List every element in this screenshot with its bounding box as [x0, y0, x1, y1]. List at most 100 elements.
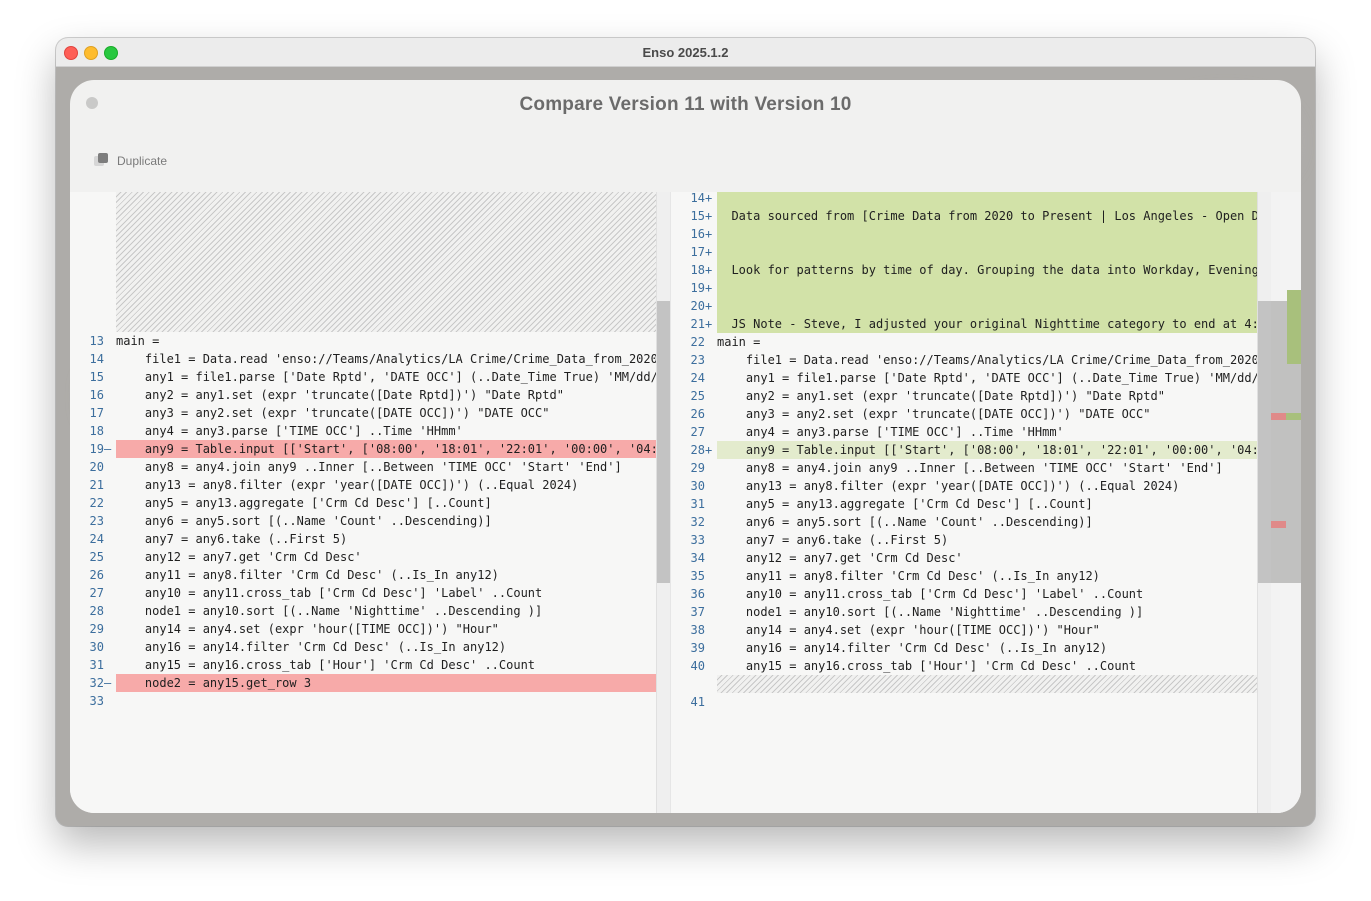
line-number: 15+ [690, 209, 713, 223]
compare-versions-dialog: Compare Version 11 with Version 10 Dupli… [70, 80, 1301, 813]
code-line[interactable]: any6 = any5.sort [(..Name 'Count' ..Desc… [116, 512, 670, 530]
line-number: 32 [690, 515, 705, 529]
line-number: 16+ [690, 227, 713, 241]
deleted-code-line[interactable]: any9 = Table.input [['Start', ['08:00', … [116, 440, 670, 458]
diff-editor[interactable]: 13 main = 14 file1 = Data.read 'enso://Tea… [70, 192, 1301, 813]
modified-version-pane[interactable]: 14+ 15+ Data sourced from [Crime Data fro… [670, 192, 1272, 813]
code-line[interactable]: node1 = any10.sort [(..Name 'Nighttime' … [116, 602, 670, 620]
line-number: 35 [690, 569, 705, 583]
left-scrollbar-thumb[interactable] [657, 301, 671, 583]
duplicate-icon [94, 153, 110, 169]
code-line[interactable]: any8 = any4.join any9 ..Inner [..Between… [717, 459, 1272, 477]
added-code-line[interactable]: JS Note - Steve, I adjusted your origina… [717, 315, 1272, 333]
code-line[interactable]: any14 = any4.set (expr 'hour([TIME OCC])… [717, 621, 1272, 639]
code-line[interactable]: any8 = any4.join any9 ..Inner [..Between… [116, 458, 670, 476]
line-number: 36 [690, 587, 705, 601]
line-number: 23 [690, 353, 705, 367]
code-line[interactable] [116, 692, 670, 710]
code-line[interactable]: any5 = any13.aggregate ['Crm Cd Desc'] [… [116, 494, 670, 512]
line-number: 19— [89, 442, 112, 456]
duplicate-button[interactable]: Duplicate [94, 152, 167, 170]
code-line[interactable]: file1 = Data.read 'enso://Teams/Analytic… [116, 350, 670, 368]
line-number: 18 [89, 424, 104, 438]
code-line[interactable]: any16 = any14.filter 'Crm Cd Desc' (..Is… [717, 639, 1272, 657]
code-line[interactable]: any13 = any8.filter (expr 'year([DATE OC… [116, 476, 670, 494]
line-number: 30 [690, 479, 705, 493]
code-line[interactable]: node1 = any10.sort [(..Name 'Nighttime' … [717, 603, 1272, 621]
code-line[interactable]: any14 = any4.set (expr 'hour([TIME OCC])… [116, 620, 670, 638]
code-line[interactable]: any5 = any13.aggregate ['Crm Cd Desc'] [… [717, 495, 1272, 513]
added-code-line[interactable]: any9 = Table.input [['Start', ['08:00', … [717, 441, 1272, 459]
overview-added-marker [1287, 290, 1301, 364]
code-line[interactable]: any6 = any5.sort [(..Name 'Count' ..Desc… [717, 513, 1272, 531]
added-code-line[interactable]: Data sourced from [Crime Data from 2020 … [717, 207, 1272, 225]
line-number: 31 [690, 497, 705, 511]
line-number: 17 [89, 406, 104, 420]
code-line[interactable]: any15 = any16.cross_tab ['Hour'] 'Crm Cd… [116, 656, 670, 674]
code-line[interactable]: main = [116, 332, 670, 350]
code-line[interactable]: any13 = any8.filter (expr 'year([DATE OC… [717, 477, 1272, 495]
code-line[interactable]: any10 = any11.cross_tab ['Crm Cd Desc'] … [717, 585, 1272, 603]
line-number: 27 [89, 586, 104, 600]
code-line[interactable]: any11 = any8.filter 'Crm Cd Desc' (..Is_… [717, 567, 1272, 585]
line-number: 25 [690, 389, 705, 403]
line-number: 22 [89, 496, 104, 510]
code-line[interactable]: any15 = any16.cross_tab ['Hour'] 'Crm Cd… [717, 657, 1272, 675]
deleted-code-line[interactable]: node2 = any15.get_row 3 [116, 674, 670, 692]
dialog-title: Compare Version 11 with Version 10 [519, 94, 852, 115]
code-line[interactable] [717, 693, 1272, 711]
line-number: 20 [89, 460, 104, 474]
code-line[interactable]: any7 = any6.take (..First 5) [717, 531, 1272, 549]
code-line[interactable]: any3 = any2.set (expr 'truncate([DATE OC… [116, 404, 670, 422]
line-number: 33 [89, 694, 104, 708]
app-window: Enso 2025.1.2 Compare Version 11 with Ve… [56, 38, 1315, 826]
line-number: 24 [690, 371, 705, 385]
diff-overview-ruler[interactable] [1271, 192, 1301, 813]
right-scrollbar[interactable] [1257, 192, 1272, 813]
code-line[interactable]: any4 = any3.parse ['TIME OCC'] ..Time 'H… [717, 423, 1272, 441]
code-line[interactable]: any2 = any1.set (expr 'truncate([Date Rp… [116, 386, 670, 404]
code-line[interactable]: main = [717, 333, 1272, 351]
title-bar: Enso 2025.1.2 [56, 38, 1315, 67]
line-number: 14+ [690, 192, 713, 205]
line-number: 19+ [690, 281, 713, 295]
line-number: 16 [89, 388, 104, 402]
code-line[interactable]: any1 = file1.parse ['Date Rptd', 'DATE O… [116, 368, 670, 386]
duplicate-label: Duplicate [117, 154, 168, 168]
code-line[interactable]: file1 = Data.read 'enso://Teams/Analytic… [717, 351, 1272, 369]
code-line[interactable]: any3 = any2.set (expr 'truncate([DATE OC… [717, 405, 1272, 423]
added-code-line[interactable] [717, 243, 1272, 261]
line-number: 32— [89, 676, 112, 690]
added-code-line[interactable] [717, 225, 1272, 243]
line-number: 17+ [690, 245, 713, 259]
code-line[interactable]: any4 = any3.parse ['TIME OCC'] ..Time 'H… [116, 422, 670, 440]
line-number: 41 [690, 695, 705, 709]
original-version-pane[interactable]: 13 main = 14 file1 = Data.read 'enso://Tea… [70, 192, 670, 813]
window-title: Enso 2025.1.2 [642, 45, 729, 60]
line-number: 29 [690, 461, 705, 475]
added-code-line[interactable]: Look for patterns by time of day. Groupi… [717, 261, 1272, 279]
diff-placeholder-hatch [717, 675, 1272, 693]
code-line[interactable]: any12 = any7.get 'Crm Cd Desc' [717, 549, 1272, 567]
code-line[interactable]: any12 = any7.get 'Crm Cd Desc' [116, 548, 670, 566]
line-number: 15 [89, 370, 104, 384]
line-number: 21+ [690, 317, 713, 331]
code-line[interactable]: any1 = file1.parse ['Date Rptd', 'DATE O… [717, 369, 1272, 387]
line-number: 23 [89, 514, 104, 528]
left-scrollbar[interactable] [656, 192, 671, 813]
code-line[interactable]: any7 = any6.take (..First 5) [116, 530, 670, 548]
overview-deleted-marker [1271, 413, 1286, 420]
code-line[interactable]: any11 = any8.filter 'Crm Cd Desc' (..Is_… [116, 566, 670, 584]
line-number: 26 [690, 407, 705, 421]
line-number: 24 [89, 532, 104, 546]
code-line[interactable]: any10 = any11.cross_tab ['Crm Cd Desc'] … [116, 584, 670, 602]
line-number: 33 [690, 533, 705, 547]
added-code-line[interactable] [717, 192, 1272, 207]
code-line[interactable]: any2 = any1.set (expr 'truncate([Date Rp… [717, 387, 1272, 405]
right-scrollbar-thumb[interactable] [1258, 301, 1272, 583]
code-line[interactable]: any16 = any14.filter 'Crm Cd Desc' (..Is… [116, 638, 670, 656]
line-number: 39 [690, 641, 705, 655]
added-code-line[interactable] [717, 279, 1272, 297]
added-code-line[interactable] [717, 297, 1272, 315]
line-number: 13 [89, 334, 104, 348]
